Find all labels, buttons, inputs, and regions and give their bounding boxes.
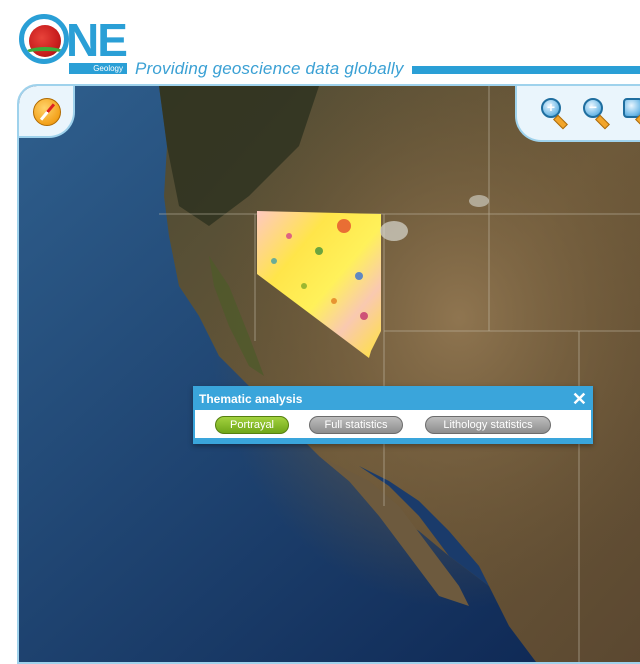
header: NE Geology Providing geoscience data glo… xyxy=(0,0,640,84)
full-statistics-button[interactable]: Full statistics xyxy=(309,416,403,434)
zoom-extent-icon xyxy=(623,98,640,118)
logo-subtext: Geology xyxy=(69,63,127,74)
magnifier-handle xyxy=(595,114,610,130)
close-icon[interactable]: ✕ xyxy=(572,388,587,410)
compass-icon[interactable] xyxy=(33,98,61,126)
zoom-extent-button[interactable] xyxy=(621,96,640,130)
tagline: Providing geoscience data globally xyxy=(135,59,404,78)
thematic-analysis-dialog: Thematic analysis ✕ Portrayal Full stati… xyxy=(193,386,593,444)
tagline-bar xyxy=(412,66,640,74)
zoom-out-button[interactable]: − xyxy=(581,96,611,130)
zoom-panel: + − xyxy=(515,86,640,142)
logo-text: NE xyxy=(66,14,128,66)
dialog-title: Thematic analysis xyxy=(199,392,303,406)
dialog-title-bar[interactable]: Thematic analysis ✕ xyxy=(195,388,591,410)
magnifier-handle xyxy=(553,114,568,130)
swoosh-icon xyxy=(24,47,64,59)
magnifier-handle xyxy=(635,114,640,130)
zoom-in-button[interactable]: + xyxy=(539,96,569,130)
lithology-statistics-button[interactable]: Lithology statistics xyxy=(425,416,551,434)
dialog-bottom-bar xyxy=(195,438,591,442)
satellite-map[interactable] xyxy=(19,86,640,662)
map-viewport[interactable]: + − xyxy=(17,84,640,664)
portrayal-button[interactable]: Portrayal xyxy=(215,416,289,434)
compass-panel xyxy=(19,86,75,138)
onegeology-logo[interactable] xyxy=(19,14,69,64)
